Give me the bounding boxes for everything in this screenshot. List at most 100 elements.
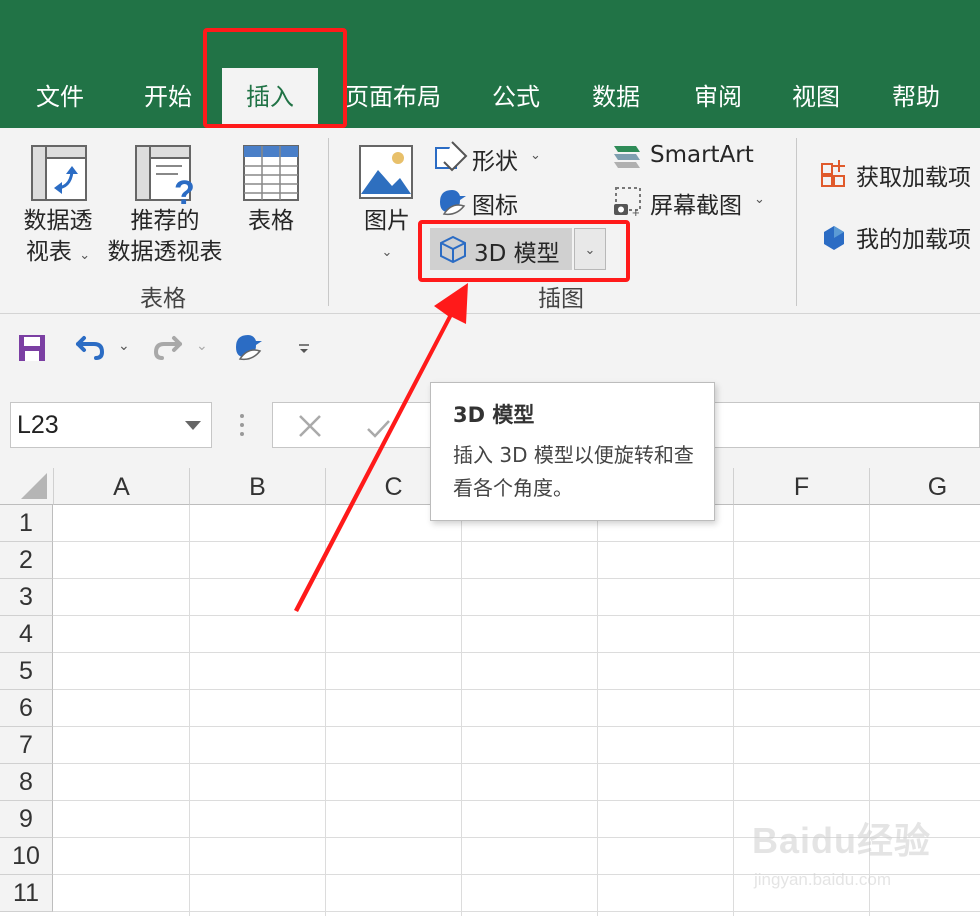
tooltip-title: 3D 模型: [453, 403, 535, 427]
row-header[interactable]: 5: [0, 653, 53, 690]
svg-text:?: ?: [174, 174, 195, 206]
tab-file[interactable]: 文件: [22, 68, 98, 128]
my-addins-icon: [824, 226, 844, 250]
table-icon: [243, 145, 299, 201]
group-separator: [328, 138, 329, 306]
cancel-x-icon[interactable]: [297, 413, 323, 439]
smartart-button[interactable]: SmartArt: [608, 140, 758, 176]
screenshot-button[interactable]: + 屏幕截图 ⌄: [608, 184, 778, 220]
shapes-icon: [435, 141, 468, 172]
title-bar: 文件 开始 插入 页面布局 公式 数据 审阅 视图 帮助: [0, 0, 980, 128]
column-header-g[interactable]: G: [870, 468, 980, 505]
chevron-down-icon[interactable]: ⌄: [196, 338, 208, 354]
group-separator: [796, 138, 797, 306]
grid-line: [53, 726, 980, 727]
select-all-corner[interactable]: [0, 468, 54, 505]
row-header[interactable]: 6: [0, 690, 53, 727]
grid-line: [53, 763, 980, 764]
name-box-value: L23: [17, 411, 59, 439]
my-addins-button[interactable]: 我的加载项: [816, 218, 980, 254]
tab-home[interactable]: 开始: [130, 68, 206, 128]
pictures-button[interactable]: 图片 ⌄: [354, 140, 420, 270]
row-header[interactable]: 8: [0, 764, 53, 801]
chevron-down-icon: ⌄: [381, 245, 393, 260]
column-header-f[interactable]: F: [734, 468, 870, 505]
row-header[interactable]: 1: [0, 505, 53, 542]
customize-qat-icon[interactable]: [297, 342, 311, 356]
grid-line: [461, 505, 462, 916]
shapes-label: 形状: [472, 149, 518, 175]
tab-page-layout[interactable]: 页面布局: [338, 68, 448, 128]
cube-3d-icon: [440, 235, 466, 264]
tab-review[interactable]: 审阅: [680, 68, 756, 128]
screenshot-label: 屏幕截图: [650, 193, 742, 219]
my-addins-label: 我的加载项: [856, 227, 971, 253]
icons-label: 图标: [472, 193, 518, 219]
quick-access-toolbar: ⌄ ⌄: [0, 314, 980, 380]
grid-line: [53, 578, 980, 579]
tooltip-3d-model: 3D 模型 插入 3D 模型以便旋转和查看各个角度。: [430, 382, 715, 521]
watermark-url: jingyan.baidu.com: [754, 870, 892, 889]
grid-line: [325, 505, 326, 916]
recommended-pivot-button[interactable]: ? 推荐的 数据透视表: [104, 140, 226, 272]
3d-model-label: 3D 模型: [474, 241, 560, 267]
grid-line: [53, 652, 980, 653]
column-header-b[interactable]: B: [190, 468, 326, 505]
grid-line: [53, 800, 980, 801]
icons-button[interactable]: 图标: [432, 184, 542, 220]
tab-view[interactable]: 视图: [778, 68, 854, 128]
shapes-button[interactable]: 形状 ⌄: [432, 140, 552, 176]
icon-bird-icon[interactable]: [230, 329, 264, 363]
tab-help[interactable]: 帮助: [878, 68, 954, 128]
tab-formulas[interactable]: 公式: [478, 68, 554, 128]
picture-icon: [359, 145, 413, 199]
get-addins-label: 获取加载项: [856, 165, 971, 191]
formula-bar-grip-icon: [240, 414, 244, 436]
grid-line: [597, 505, 598, 916]
tooltip-description: 插入 3D 模型以便旋转和查看各个角度。: [453, 443, 694, 500]
column-header-a[interactable]: A: [54, 468, 190, 505]
redo-icon[interactable]: [152, 330, 184, 362]
recommended-pivot-icon: ?: [135, 145, 195, 206]
get-addins-icon: [821, 160, 845, 187]
watermark-brand: Baidu经验: [752, 820, 932, 861]
grid-line: [189, 505, 190, 916]
enter-check-icon[interactable]: [365, 415, 391, 441]
row-header[interactable]: 10: [0, 838, 53, 875]
grid-line: [733, 505, 734, 916]
row-header[interactable]: 9: [0, 801, 53, 838]
row-header[interactable]: 7: [0, 727, 53, 764]
chevron-down-icon[interactable]: ⌄: [118, 338, 130, 354]
save-icon[interactable]: [17, 333, 47, 363]
recommended-pivot-label-2: 数据透视表: [107, 239, 223, 265]
illustrations-group-label: 插图: [538, 286, 584, 312]
chevron-down-icon: ⌄: [584, 243, 596, 258]
get-addins-button[interactable]: 获取加载项: [816, 156, 980, 192]
name-box[interactable]: L23: [10, 402, 212, 448]
grid-line: [53, 911, 980, 912]
ribbon: 数据透 视表 ⌄ ? 推荐的 数据透视表 表格 表格 图片 ⌄ 形状 ⌄ 图标 …: [0, 128, 980, 314]
tab-insert[interactable]: 插入: [222, 68, 318, 128]
smartart-label: SmartArt: [650, 142, 754, 168]
pivot-table-label-1: 数据透: [23, 208, 93, 234]
pivot-table-button[interactable]: 数据透 视表 ⌄: [14, 140, 102, 272]
row-header[interactable]: 11: [0, 875, 53, 912]
smartart-icon: [614, 146, 640, 168]
table-button[interactable]: 表格: [236, 140, 306, 240]
chevron-down-icon: ⌄: [754, 192, 765, 207]
grid-line: [53, 615, 980, 616]
table-label: 表格: [248, 208, 294, 234]
dropdown-arrow-icon[interactable]: [185, 421, 201, 430]
tab-data[interactable]: 数据: [578, 68, 654, 128]
row-header[interactable]: 2: [0, 542, 53, 579]
svg-text:+: +: [632, 205, 640, 218]
chevron-down-icon: ⌄: [530, 148, 541, 163]
row-header[interactable]: 4: [0, 616, 53, 653]
3d-model-button[interactable]: 3D 模型: [430, 228, 572, 270]
undo-icon[interactable]: [74, 330, 106, 362]
3d-model-dropdown[interactable]: ⌄: [574, 228, 606, 270]
row-header[interactable]: 3: [0, 579, 53, 616]
grid-line: [53, 541, 980, 542]
pivot-table-icon: [31, 145, 87, 201]
recommended-pivot-label-1: 推荐的: [130, 208, 200, 234]
